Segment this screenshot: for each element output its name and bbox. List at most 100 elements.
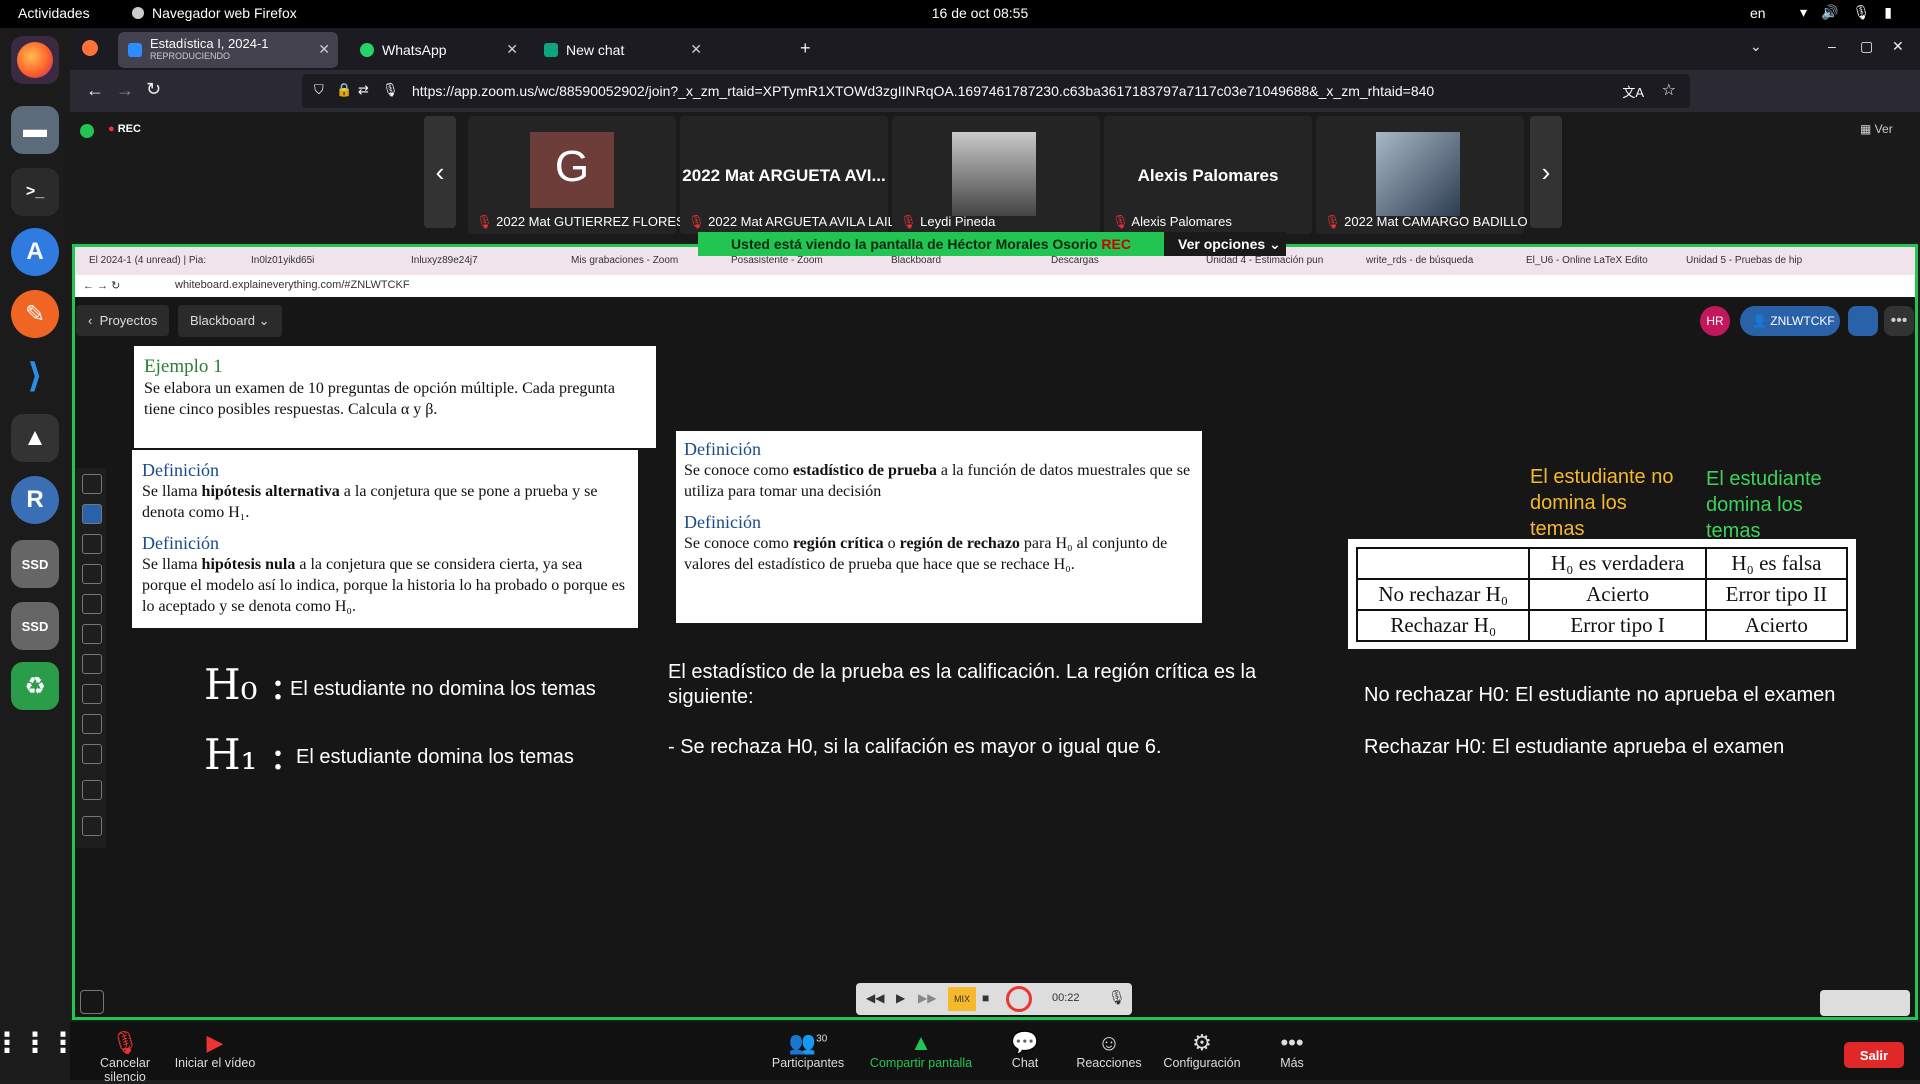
meeting-controls	[70, 1022, 1920, 1080]
participant-tile[interactable]: 🎙 Leydi Pineda	[892, 116, 1100, 234]
translate-icon[interactable]: 文A	[1622, 82, 1644, 101]
new-tab-icon[interactable]: +	[800, 38, 811, 59]
definitions-card[interactable]: Definición Se llama hipótesis alternativ…	[132, 450, 638, 628]
errors-table-card[interactable]: H₀ es verdadera H₀ es falsa No rechazar …	[1348, 539, 1856, 649]
orange-annotation: El estudiante no domina los temas	[1530, 466, 1674, 540]
app-menu[interactable]: Navegador web Firefox	[132, 5, 297, 21]
terminal-dock-icon[interactable]: >_	[11, 168, 59, 216]
mute-button[interactable]: 🎙 Cancelar silencio	[80, 1030, 170, 1084]
shapes-tool-icon[interactable]	[82, 654, 102, 674]
select-tool-icon[interactable]	[82, 474, 102, 494]
firefox-view-icon[interactable]	[82, 40, 98, 56]
close-tab-icon[interactable]: ✕	[506, 41, 518, 58]
camera-icon[interactable]: ■	[982, 991, 989, 1005]
start-video-button[interactable]: ▶ Iniciar el vídeo	[170, 1030, 260, 1070]
settings-button[interactable]: ⚙ Configuración	[1156, 1030, 1248, 1070]
participant-display-name: 2022 Mat ARGUETA AVI...	[682, 166, 886, 185]
more-button[interactable]: ••• Más	[1262, 1030, 1322, 1070]
lock-icon[interactable]: 🔒	[336, 82, 352, 98]
laser-tool-icon[interactable]	[82, 744, 102, 764]
slides-icon[interactable]	[82, 816, 102, 836]
rec-badge: ● REC	[108, 123, 141, 135]
close-tab-icon[interactable]: ✕	[318, 41, 330, 58]
definitions-card-2[interactable]: Definición Se conoce como estadístico de…	[676, 431, 1202, 623]
rejection-rule-note: - Se rechaza H0, si la califación es may…	[668, 736, 1162, 758]
participant-tile[interactable]: 🎙 2022 Mat CAMARGO BADILLO ...	[1316, 116, 1542, 234]
insert-tool-icon[interactable]	[82, 714, 102, 734]
example-card[interactable]: Ejemplo 1 Se elabora un examen de 10 pre…	[134, 346, 656, 448]
pen-tool-icon[interactable]	[82, 534, 102, 554]
back-icon[interactable]: ←	[86, 80, 104, 101]
encryption-shield-icon[interactable]	[80, 124, 94, 138]
participants-button[interactable]: 👥30 Participantes	[768, 1030, 848, 1070]
trash-icon[interactable]: ♻	[11, 662, 59, 710]
chatgpt-icon	[544, 43, 558, 57]
fill-tool-icon[interactable]	[82, 624, 102, 644]
text-tool-icon[interactable]	[82, 684, 102, 704]
undo-icon[interactable]	[82, 780, 102, 800]
board-zoom-controls[interactable]	[1820, 990, 1910, 1016]
clock[interactable]: 16 de oct 08:55	[900, 5, 1060, 21]
zoom-in-icon[interactable]	[80, 990, 104, 1014]
definition-title: Definición	[142, 460, 219, 480]
rewind-icon[interactable]: ◀◀	[866, 991, 884, 1005]
reactions-button[interactable]: ☺ Reacciones	[1070, 1030, 1148, 1070]
forward-icon[interactable]: ▶▶	[918, 991, 936, 1005]
mic-permission-icon[interactable]: 🎙	[382, 82, 399, 98]
highlighter-tool-icon[interactable]	[82, 564, 102, 584]
share-icon[interactable]	[1848, 306, 1878, 336]
r-dock-icon[interactable]: R	[11, 476, 59, 524]
close-tab-icon[interactable]: ✕	[690, 41, 702, 58]
close-window-icon[interactable]: ✕	[1892, 38, 1904, 55]
minimize-icon[interactable]: –	[1828, 38, 1836, 54]
inkscape-dock-icon[interactable]: ✎	[11, 290, 59, 338]
avatar[interactable]: HR	[1700, 306, 1730, 336]
maximize-icon[interactable]: ▢	[1860, 38, 1873, 55]
next-participants-button[interactable]: ›	[1530, 116, 1562, 228]
bookmark-star-icon[interactable]: ☆	[1662, 80, 1676, 100]
shield-icon[interactable]: ⛉	[314, 82, 324, 98]
app-grid-icon[interactable]: ⋮⋮⋮	[0, 1018, 77, 1066]
geogebra-dock-icon[interactable]: ▲	[11, 414, 59, 462]
tab-zoom[interactable]: Estadística I, 2024-1 REPRODUCIENDO ✕	[118, 32, 338, 68]
eraser-tool-icon[interactable]	[82, 594, 102, 614]
ssd-drive-icon[interactable]: SSD	[11, 540, 59, 588]
share-screen-button[interactable]: ▲ Compartir pantalla	[866, 1030, 976, 1070]
reactions-icon: ☺	[1097, 1030, 1121, 1055]
definition-alternative: Se llama hipótesis alternativa a la conj…	[142, 483, 598, 521]
hand-tool-icon[interactable]	[82, 504, 102, 524]
reload-icon[interactable]: ↻	[146, 79, 161, 100]
tab-whatsapp[interactable]: WhatsApp ✕	[350, 32, 526, 68]
participant-tile[interactable]: G 🎙 2022 Mat GUTIERREZ FLORES ...	[468, 116, 699, 234]
system-tray[interactable]: ▾ 🔊 🎙 ▮	[1800, 4, 1892, 21]
definition-title: Definición	[142, 533, 219, 553]
vscode-dock-icon[interactable]: ⟩	[11, 352, 59, 400]
blackboard-dropdown[interactable]: Blackboard ⌄	[178, 305, 282, 337]
url-bar[interactable]: ⛉ 🔒 ⇄ 🎙 https://app.zoom.us/wc/885900529…	[302, 74, 1690, 108]
mix-button[interactable]: MIX	[948, 987, 976, 1011]
files-dock-icon[interactable]: ▬	[11, 106, 59, 154]
prev-participants-button[interactable]: ‹	[424, 116, 456, 228]
chat-button[interactable]: 💬 Chat	[1000, 1030, 1050, 1070]
projects-breadcrumb[interactable]: ‹ Proyectos	[76, 305, 170, 336]
view-button[interactable]: ▦ Ver	[1860, 122, 1893, 136]
board-code-button[interactable]: 👤 ZNLWTCKF	[1740, 306, 1840, 336]
battery-icon: ▮	[1884, 4, 1892, 20]
activities-button[interactable]: Actividades	[18, 5, 90, 21]
participant-tile[interactable]: Alexis Palomares 🎙 Alexis Palomares	[1104, 116, 1312, 234]
more-icon[interactable]: •••	[1884, 306, 1914, 336]
software-dock-icon[interactable]: A	[11, 228, 59, 276]
list-tabs-icon[interactable]: ⌄	[1750, 38, 1762, 55]
participant-tile[interactable]: 2022 Mat ARGUETA AVI... 🎙 2022 Mat ARGUE…	[680, 116, 906, 234]
firefox-dock-icon[interactable]	[11, 36, 59, 84]
forward-icon[interactable]: →	[116, 80, 134, 101]
tab-new-chat[interactable]: New chat ✕	[534, 32, 710, 68]
permissions-icon[interactable]: ⇄	[358, 82, 369, 98]
record-button[interactable]	[1006, 986, 1032, 1012]
view-options-button[interactable]: Ver opciones ⌄	[1164, 232, 1286, 256]
input-language[interactable]: en	[1750, 5, 1766, 21]
mic-icon[interactable]: 🎙	[1108, 989, 1126, 1006]
play-icon[interactable]: ▶	[896, 991, 905, 1005]
leave-button[interactable]: Salir	[1844, 1042, 1904, 1068]
ssd-drive-icon-2[interactable]: SSD	[11, 602, 59, 650]
